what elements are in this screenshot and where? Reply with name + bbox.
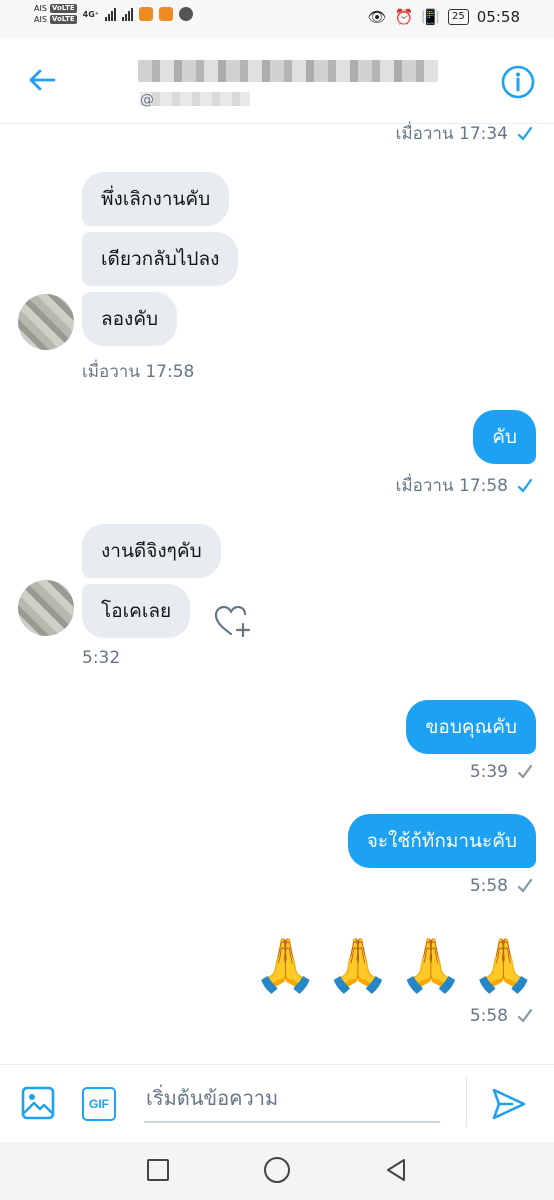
message-meta: 5:58 bbox=[470, 876, 534, 896]
message-meta: เมื่อวาน 17:34 bbox=[396, 120, 534, 147]
signal-icon-2 bbox=[121, 7, 133, 21]
status-bar-left: AIS VoLTE AIS VoLTE 4G⁺ bbox=[34, 4, 193, 24]
info-circle-icon bbox=[501, 65, 535, 99]
check-icon bbox=[517, 764, 533, 779]
message-meta: 5:58 bbox=[470, 1006, 534, 1026]
outgoing-message-bubble[interactable]: คับ bbox=[473, 410, 536, 464]
line-app-icon bbox=[178, 7, 193, 21]
avatar[interactable] bbox=[18, 580, 74, 636]
gif-button[interactable]: GIF bbox=[82, 1087, 116, 1121]
notification-app-icon-2 bbox=[158, 7, 173, 21]
network-type: 4G⁺ bbox=[82, 9, 99, 19]
handle-prefix: @ bbox=[140, 92, 154, 108]
message-composer: GIF bbox=[0, 1064, 554, 1142]
check-icon bbox=[517, 478, 533, 492]
volte-badge-2: VoLTE bbox=[49, 15, 77, 24]
conversation-name-blurred bbox=[138, 60, 438, 82]
status-bar-right: 👁 ⏰ 📳 25 05:58 bbox=[368, 8, 520, 26]
message-timestamp: 5:58 bbox=[469, 1006, 508, 1026]
signal-icon-1 bbox=[104, 7, 116, 21]
alarm-icon: ⏰ bbox=[394, 8, 414, 26]
android-navigation-bar bbox=[0, 1142, 554, 1200]
recents-square-icon[interactable] bbox=[147, 1159, 169, 1181]
incoming-message-bubble[interactable]: โอเคเลย bbox=[82, 584, 191, 638]
folded-hands-emoji: 🙏 bbox=[398, 936, 464, 996]
message-timestamp: 5:32 bbox=[82, 648, 121, 668]
image-upload-icon[interactable] bbox=[20, 1085, 56, 1121]
folded-hands-emoji: 🙏 bbox=[253, 936, 318, 996]
info-button[interactable] bbox=[500, 64, 536, 100]
conversation-handle-blurred bbox=[140, 92, 250, 106]
folded-hands-emoji: 🙏 bbox=[325, 936, 391, 996]
carrier-1: AIS bbox=[34, 4, 47, 13]
eye-icon: 👁 bbox=[367, 8, 387, 26]
message-meta: 5:32 bbox=[82, 648, 120, 668]
like-heart-icon[interactable] bbox=[214, 604, 252, 638]
check-icon bbox=[517, 126, 533, 140]
sim-indicators: AIS VoLTE AIS VoLTE bbox=[34, 4, 77, 24]
incoming-message-bubble[interactable]: พึ่งเลิกงานคับ bbox=[82, 172, 230, 226]
arrow-left-icon bbox=[29, 69, 56, 91]
incoming-message-bubble[interactable]: งานดีจิงๆคับ bbox=[82, 524, 221, 578]
message-timestamp: เมื่อวาน 17:34 bbox=[395, 124, 508, 144]
composer-divider bbox=[466, 1077, 467, 1127]
message-thread[interactable]: เมื่อวาน 17:34 พึ่งเลิกงานคับ เดียวกลับไ… bbox=[0, 124, 554, 1064]
incoming-message-bubble[interactable]: ลองคับ bbox=[82, 292, 178, 346]
message-timestamp: เมื่อวาน 17:58 bbox=[82, 362, 195, 382]
message-input[interactable] bbox=[144, 1081, 440, 1123]
conversation-header: @ bbox=[0, 38, 554, 124]
outgoing-message-bubble[interactable]: ขอบคุณคับ bbox=[406, 700, 536, 754]
notification-app-icon bbox=[138, 7, 153, 21]
message-meta: 5:39 bbox=[470, 762, 534, 782]
message-timestamp: 5:58 bbox=[469, 876, 508, 896]
outgoing-emoji-message[interactable]: 🙏 🙏 🙏 🙏 bbox=[253, 934, 536, 998]
status-bar: AIS VoLTE AIS VoLTE 4G⁺ 👁 ⏰ 📳 25 05:58 bbox=[0, 0, 554, 38]
home-circle-icon[interactable] bbox=[264, 1157, 290, 1183]
send-icon[interactable] bbox=[490, 1085, 528, 1123]
message-meta: เมื่อวาน 17:58 bbox=[396, 472, 534, 499]
incoming-message-bubble[interactable]: เดียวกลับไปลง bbox=[82, 232, 239, 286]
message-meta: เมื่อวาน 17:58 bbox=[82, 358, 194, 385]
volte-badge-1: VoLTE bbox=[49, 4, 77, 13]
clock: 05:58 bbox=[476, 8, 520, 26]
vibrate-icon: 📳 bbox=[421, 8, 441, 26]
message-timestamp: เมื่อวาน 17:58 bbox=[395, 476, 508, 496]
check-icon bbox=[517, 1008, 533, 1023]
back-button[interactable] bbox=[24, 62, 60, 98]
avatar[interactable] bbox=[18, 294, 74, 350]
carrier-2: AIS bbox=[34, 15, 47, 24]
outgoing-message-bubble[interactable]: จะใช้ก้ทักมานะคับ bbox=[347, 814, 536, 868]
back-triangle-icon[interactable] bbox=[382, 1156, 410, 1184]
check-icon bbox=[517, 878, 533, 893]
folded-hands-emoji: 🙏 bbox=[471, 936, 536, 996]
message-timestamp: 5:39 bbox=[469, 762, 508, 782]
battery-icon: 25 bbox=[448, 9, 469, 25]
